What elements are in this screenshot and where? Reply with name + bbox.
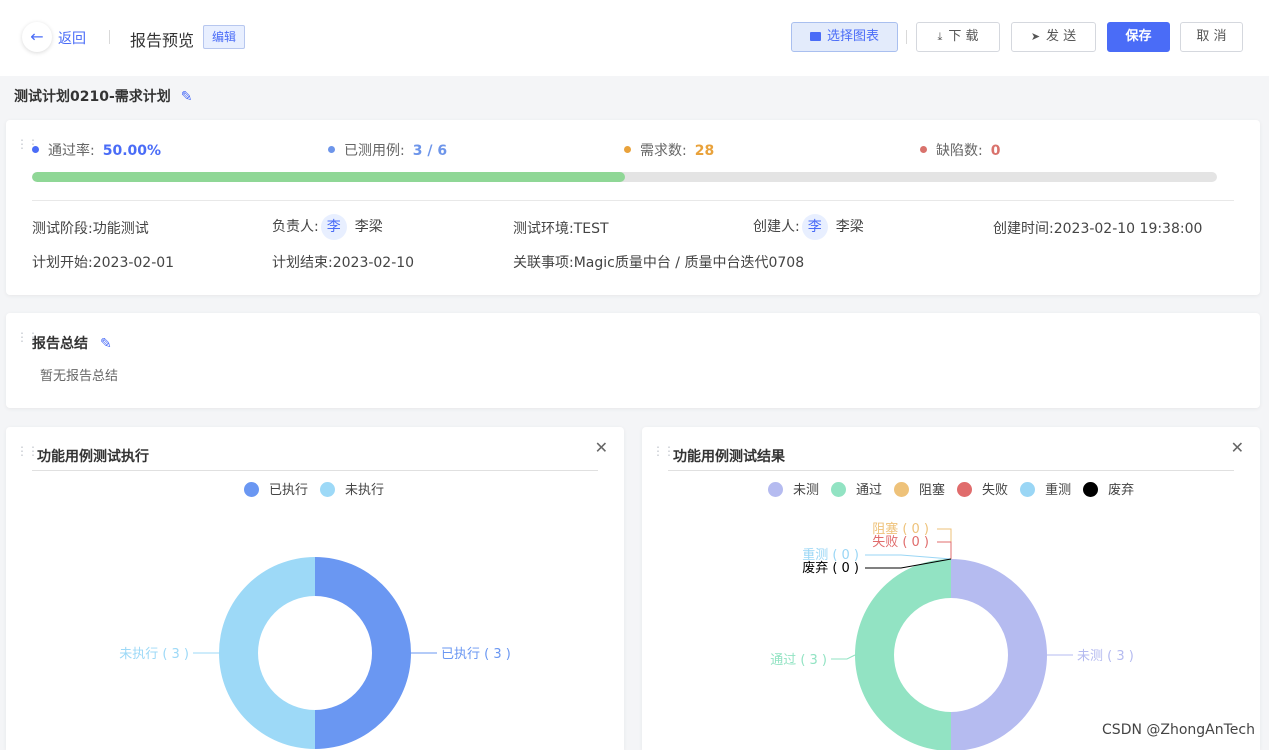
slice-label: 未测 ( 3 ) [1077, 649, 1134, 664]
slice-label: 通过 ( 3 ) [770, 653, 827, 668]
slice-label: 失败 ( 0 ) [872, 535, 929, 550]
owner-label: 负责人: [272, 219, 319, 235]
test-env-label: 测试环境: [513, 221, 574, 237]
defects-stat: 缺陷数: 0 [920, 140, 1000, 160]
creator: 创建人: 李李梁 [753, 214, 864, 240]
label-leader-line [865, 554, 952, 560]
defects-dot [920, 146, 927, 153]
summary-empty-text: 暂无报告总结 [40, 369, 119, 384]
owner: 负责人: 李李梁 [272, 214, 383, 240]
related-items-label: 关联事项: [513, 255, 574, 271]
send-button[interactable]: ➤ 发 送 [1011, 22, 1096, 52]
created-time-label: 创建时间: [993, 221, 1054, 237]
header-divider [109, 30, 110, 44]
requirements-value: 28 [694, 143, 715, 159]
tested-cases-value: 3 / 6 [412, 143, 448, 159]
summary-title: 报告总结 ✎ [32, 333, 112, 353]
edit-pen-icon[interactable]: ✎ [100, 336, 112, 352]
drag-handle-icon[interactable]: ⋮⋮ [16, 138, 39, 150]
avatar: 李 [320, 214, 347, 240]
execution-chart-card: ⋮⋮ 功能用例测试执行 ✕ 已执行 未执行 已执行 ( 3 ) 未执行 ( 3 ) [6, 427, 624, 750]
donut-slice[interactable] [219, 557, 315, 749]
requirements-stat: 需求数: 28 [624, 140, 714, 160]
plan-start-label: 计划开始: [32, 255, 93, 271]
choose-chart-button[interactable]: 选择图表 [791, 22, 898, 52]
pass-rate-progress-bar [32, 172, 1217, 182]
related-items-value[interactable]: Magic质量中台 / 质量中台迭代0708 [574, 255, 804, 271]
tested-cases-stat: 已测用例: 3 / 6 [328, 140, 447, 160]
pass-rate-stat: 通过率: 50.00% [32, 140, 161, 160]
progress-fill [32, 172, 625, 182]
test-stage-value: 功能测试 [92, 221, 149, 237]
plan-stats-card: ⋮⋮ 通过率: 50.00% 已测用例: 3 / 6 需求数: 28 缺陷数: 0 测试… [6, 120, 1260, 295]
pass-rate-value: 50.00% [102, 143, 162, 159]
plan-end: 计划结束:2023-02-10 [272, 252, 414, 272]
back-arrow-icon[interactable]: ← [22, 22, 52, 52]
slice-label: 已执行 ( 3 ) [441, 647, 511, 662]
result-donut-chart: 未测 ( 3 )通过 ( 3 )阻塞 ( 0 )失败 ( 0 )重测 ( 0 )… [770, 521, 1134, 750]
send-icon: ➤ [1030, 30, 1041, 43]
avatar: 李 [801, 214, 828, 240]
drag-handle-icon[interactable]: ⋮⋮ [16, 331, 39, 343]
toolbar-divider [906, 30, 907, 44]
plan-end-value: 2023-02-10 [332, 255, 415, 271]
tested-cases-dot [328, 146, 335, 153]
test-stage: 测试阶段:功能测试 [32, 218, 149, 238]
donut-slice[interactable] [951, 559, 1047, 750]
requirements-dot [624, 146, 631, 153]
edit-pen-icon[interactable]: ✎ [181, 89, 193, 105]
owner-value: 李梁 [354, 219, 383, 235]
stats-divider [32, 200, 1234, 201]
plan-start-value: 2023-02-01 [92, 255, 175, 271]
test-stage-label: 测试阶段: [32, 221, 93, 237]
created-time: 创建时间:2023-02-10 19:38:00 [993, 218, 1202, 238]
created-time-value: 2023-02-10 19:38:00 [1053, 221, 1203, 237]
plan-title: 测试计划0210-需求计划 ✎ [14, 86, 193, 106]
creator-value: 李梁 [835, 219, 864, 235]
execution-donut-chart: 已执行 ( 3 ) 未执行 ( 3 ) [119, 557, 511, 749]
slice-label: 废弃 ( 0 ) [802, 560, 859, 576]
download-button[interactable]: ⤓ 下 载 [916, 22, 1000, 52]
plan-title-text: 测试计划0210-需求计划 [14, 89, 171, 105]
report-summary-card: ⋮⋮ 报告总结 ✎ 暂无报告总结 [6, 313, 1260, 408]
page-title: 报告预览 [130, 31, 195, 50]
edit-tag[interactable]: 编辑 [203, 25, 246, 49]
label-leader-line [831, 654, 856, 660]
plan-start: 计划开始:2023-02-01 [32, 252, 174, 272]
summary-title-text: 报告总结 [32, 336, 88, 352]
label-leader-line [937, 541, 952, 559]
donut-slice[interactable] [315, 557, 411, 749]
cancel-button[interactable]: 取 消 [1180, 22, 1243, 52]
result-chart-card: ⋮⋮ 功能用例测试结果 ✕ 未测 通过 阻塞 失败 重测 废弃 未测 ( 3 ) 通过 ( … [642, 427, 1260, 750]
tested-cases-label: 已测用例: [344, 143, 405, 159]
related-items: 关联事项:Magic质量中台 / 质量中台迭代0708 [513, 252, 804, 272]
download-icon: ⤓ [937, 30, 943, 43]
save-button[interactable]: 保存 [1107, 22, 1170, 52]
donut-slice[interactable] [855, 559, 951, 750]
slice-label: 未执行 ( 3 ) [119, 647, 189, 662]
page-header: ← 返回 报告预览 编辑 选择图表 ⤓ 下 载 ➤ 发 送 保存 取 消 测试计划0… [0, 0, 1269, 105]
test-env: 测试环境:TEST [513, 218, 609, 238]
pass-rate-label: 通过率: [48, 143, 95, 159]
requirements-label: 需求数: [640, 143, 687, 159]
defects-value: 0 [990, 143, 1001, 159]
watermark: CSDN @ZhongAnTech [1102, 722, 1255, 738]
defects-label: 缺陷数: [936, 143, 983, 159]
image-icon [809, 32, 821, 41]
choose-chart-label: 选择图表 [826, 29, 879, 44]
back-link[interactable]: 返回 [58, 28, 86, 48]
label-leader-line [937, 528, 952, 559]
pass-rate-dot [32, 146, 39, 153]
test-env-value: TEST [573, 221, 609, 237]
send-label: 发 送 [1046, 29, 1077, 44]
plan-end-label: 计划结束: [272, 255, 333, 271]
creator-label: 创建人: [753, 219, 800, 235]
download-label: 下 载 [948, 29, 979, 44]
